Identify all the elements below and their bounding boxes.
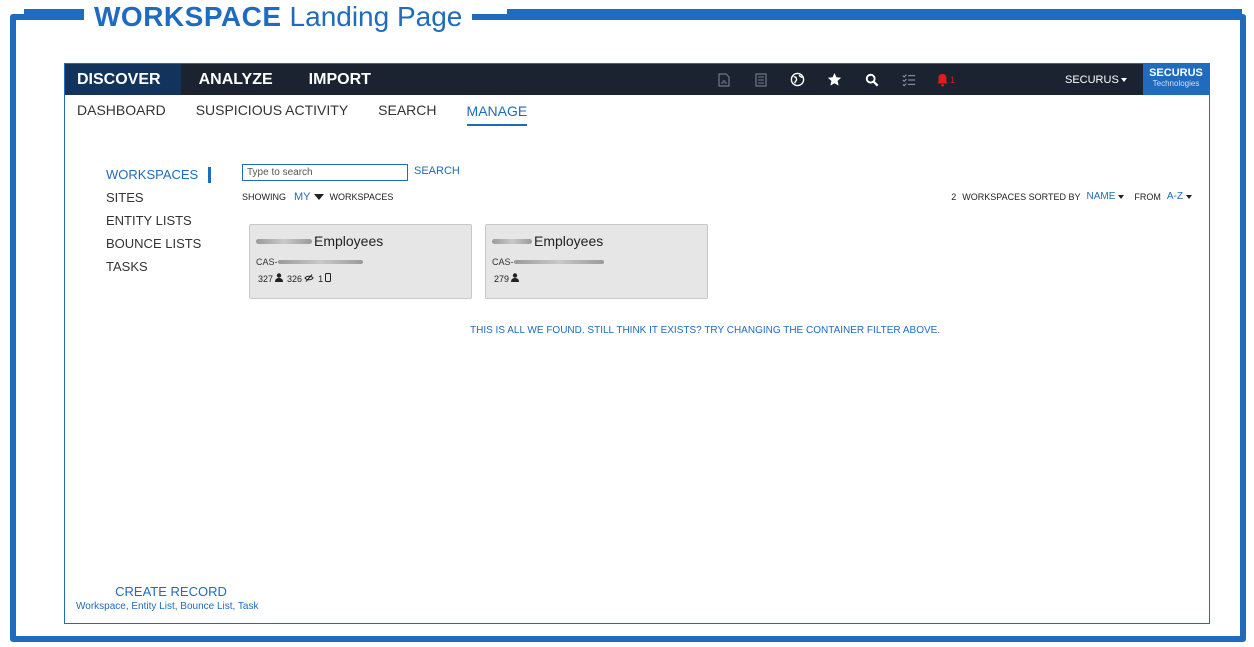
sidebar-item-sites[interactable]: SITES <box>106 186 211 209</box>
scope-dropdown[interactable]: MY <box>294 191 311 203</box>
workspace-code-prefix: CAS- <box>256 257 278 267</box>
user-count: 327 <box>258 273 274 284</box>
sidebar-item-label: WORKSPACES <box>106 167 199 182</box>
workspace-name-text: Employees <box>534 233 604 249</box>
sidebar: WORKSPACES SITES ENTITY LISTS BOUNCE LIS… <box>106 163 212 278</box>
create-record: CREATE RECORD Workspace, Entity List, Bo… <box>76 584 266 612</box>
create-record-link[interactable]: CREATE RECORD <box>76 584 266 599</box>
sidebar-item-workspaces[interactable]: WORKSPACES <box>106 163 212 186</box>
user-count: 279 <box>494 273 510 284</box>
phone-icon <box>325 273 332 284</box>
sort-from-label: FROM <box>1134 191 1161 202</box>
device-count: 1 <box>318 273 324 284</box>
page-title-bold: WORKSPACE <box>94 1 282 32</box>
create-record-options[interactable]: Workspace, Entity List, Bounce List, Tas… <box>76 601 266 612</box>
redacted-text <box>256 238 312 244</box>
redacted-text <box>492 238 532 244</box>
workspace-name: Employees <box>256 233 383 249</box>
sidebar-item-bounce-lists[interactable]: BOUNCE LISTS <box>106 232 211 255</box>
workspace-stats: 327 326 1 <box>258 273 335 284</box>
workspace-name-text: Employees <box>314 233 384 249</box>
workspace-code-prefix: CAS- <box>492 257 514 267</box>
eye-slash-icon <box>304 273 314 284</box>
user-icon <box>275 273 284 284</box>
sort-order-dropdown[interactable]: A-Z <box>1167 191 1183 202</box>
redacted-text <box>277 260 363 264</box>
page-title-light: Landing Page <box>289 1 463 32</box>
workspace-name: Employees <box>492 233 603 249</box>
content-area: WORKSPACES SITES ENTITY LISTS BOUNCE LIS… <box>64 63 1210 624</box>
sidebar-item-tasks[interactable]: TASKS <box>106 255 211 278</box>
empty-results-message: THIS IS ALL WE FOUND. STILL THINK IT EXI… <box>470 325 941 336</box>
workspace-card[interactable]: Employees CAS- 327 326 1 <box>249 224 472 299</box>
search-input[interactable] <box>242 164 408 181</box>
hidden-count: 326 <box>287 273 303 284</box>
sort-label: WORKSPACES SORTED BY <box>962 191 1081 202</box>
redacted-text <box>513 260 604 264</box>
showing-label: SHOWING <box>242 192 286 202</box>
user-icon <box>511 273 520 284</box>
result-count: 2 <box>951 191 957 202</box>
sidebar-item-entity-lists[interactable]: ENTITY LISTS <box>106 209 211 232</box>
chevron-down-icon[interactable] <box>1186 194 1192 199</box>
sort-bar: 2 WORKSPACES SORTED BY NAME FROM A-Z <box>945 191 1196 202</box>
search-button[interactable]: SEARCH <box>414 165 460 177</box>
workspace-code: CAS- <box>256 257 363 267</box>
scope-filter: SHOWING MY WORKSPACES <box>242 191 393 203</box>
active-indicator <box>208 166 212 183</box>
workspace-stats: 279 <box>494 273 523 284</box>
chevron-down-icon[interactable] <box>1118 194 1125 199</box>
workspace-code: CAS- <box>492 257 604 267</box>
sort-field-dropdown[interactable]: NAME <box>1086 191 1115 202</box>
scope-suffix: WORKSPACES <box>329 192 394 202</box>
chevron-down-icon[interactable] <box>313 194 324 200</box>
page-title: WORKSPACE Landing Page <box>84 0 473 34</box>
workspace-card[interactable]: Employees CAS- 279 <box>485 224 708 299</box>
